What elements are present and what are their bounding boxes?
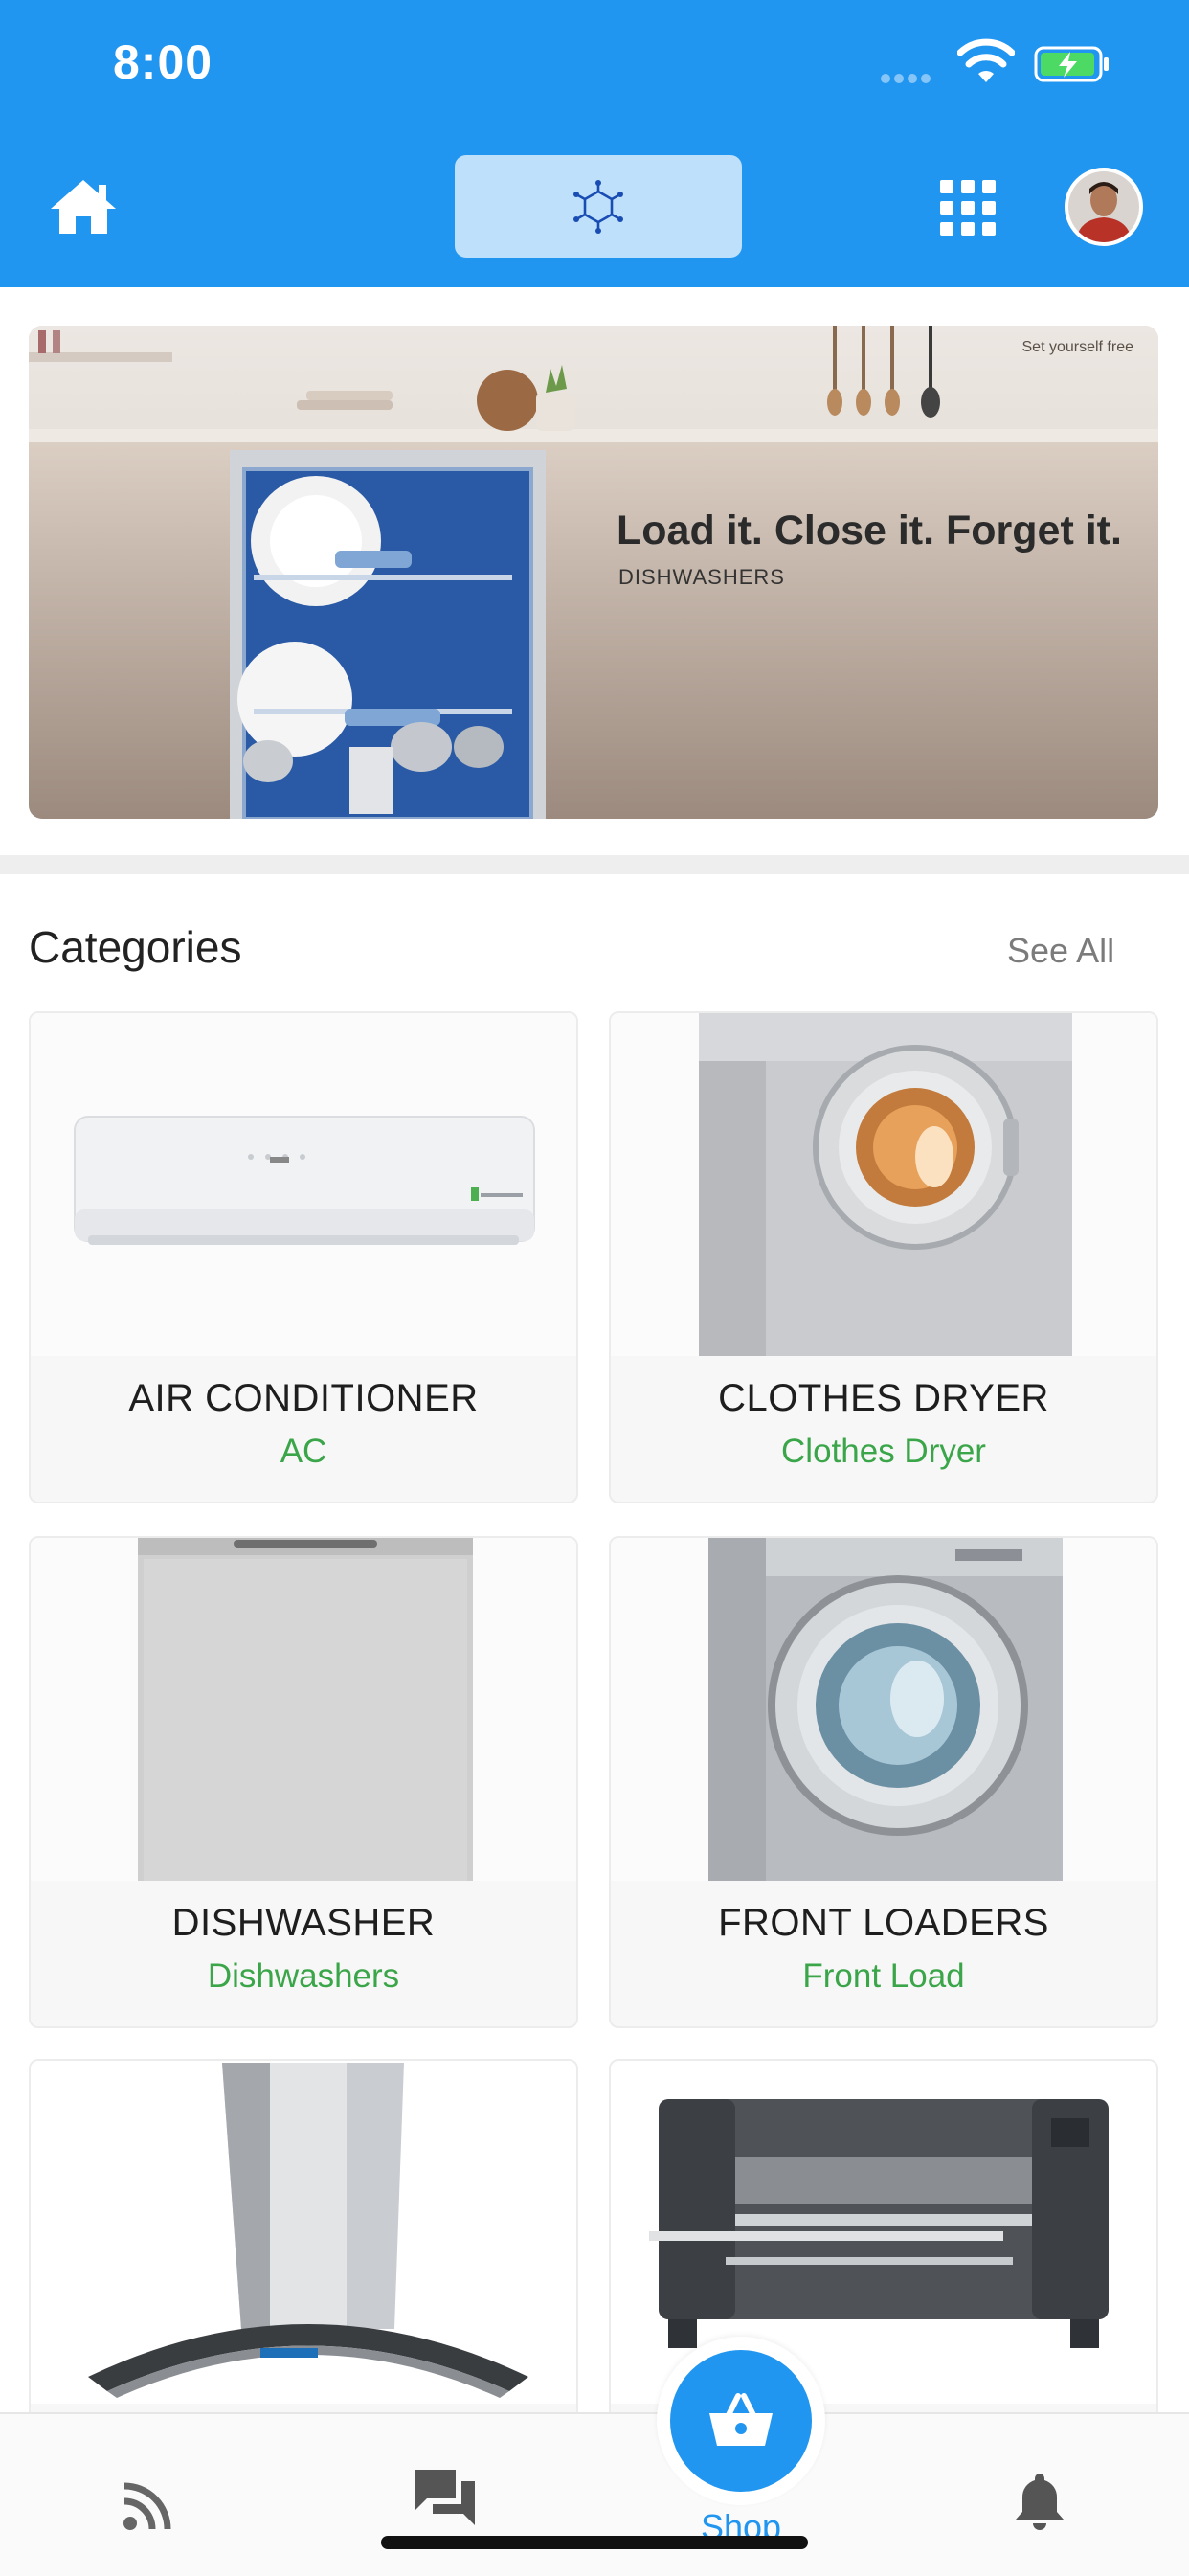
category-card-air-conditioner[interactable]: AIR CONDITIONER AC xyxy=(29,1011,578,1503)
app-header: 8:00 xyxy=(0,0,1189,287)
category-name: FRONT LOADERS xyxy=(718,1902,1049,1944)
bottom-navigation xyxy=(0,2412,1189,2576)
battery-charging-icon xyxy=(1034,46,1109,82)
category-name: CLOTHES DRYER xyxy=(718,1377,1049,1419)
clothes-dryer-image xyxy=(611,1013,1156,1356)
molecule-icon xyxy=(573,179,623,234)
section-divider xyxy=(0,855,1189,874)
chat-icon[interactable] xyxy=(414,2468,477,2527)
bell-icon[interactable] xyxy=(1013,2470,1066,2531)
category-card-clothes-dryer[interactable]: CLOTHES DRYER Clothes Dryer xyxy=(609,1011,1158,1503)
center-tab-button[interactable] xyxy=(455,155,742,258)
wifi-icon xyxy=(957,38,1015,82)
categories-title: Categories xyxy=(29,922,242,972)
basket-icon xyxy=(709,2393,773,2446)
category-subtitle: Clothes Dryer xyxy=(781,1433,986,1470)
status-time: 8:00 xyxy=(113,35,213,89)
banner-title: Load it. Close it. Forget it. xyxy=(617,508,1122,554)
category-subtitle: Dishwashers xyxy=(207,1957,400,1995)
shop-button[interactable] xyxy=(670,2350,812,2492)
chimney-hood-image xyxy=(31,2061,576,2404)
home-indicator xyxy=(381,2536,808,2549)
category-card-chimney-hood[interactable] xyxy=(29,2059,578,2442)
apps-grid-icon[interactable] xyxy=(940,180,996,236)
banner-tagline: Set yourself free xyxy=(1021,339,1134,355)
front-loader-image xyxy=(611,1538,1156,1881)
dishwasher-image xyxy=(31,1538,576,1881)
category-name: DISHWASHER xyxy=(171,1902,436,1944)
banner-subtitle: DISHWASHERS xyxy=(618,565,785,589)
category-card-front-loaders[interactable]: FRONT LOADERS Front Load xyxy=(609,1536,1158,2028)
air-conditioner-image xyxy=(31,1013,576,1356)
category-subtitle: Front Load xyxy=(802,1957,965,1995)
rss-feed-icon[interactable] xyxy=(122,2480,173,2532)
cellular-signal-icon xyxy=(881,71,938,83)
category-name: AIR CONDITIONER xyxy=(128,1377,479,1419)
see-all-link[interactable]: See All xyxy=(1007,931,1114,971)
dishwasher-banner-image xyxy=(29,326,1158,819)
category-subtitle: AC xyxy=(280,1433,327,1470)
category-card-dishwasher[interactable]: DISHWASHER Dishwashers xyxy=(29,1536,578,2028)
status-icons xyxy=(881,38,1168,96)
promo-banner[interactable]: Set yourself free Load it. Close it. For… xyxy=(29,326,1158,819)
user-avatar[interactable] xyxy=(1065,168,1143,246)
home-icon[interactable] xyxy=(48,177,119,237)
